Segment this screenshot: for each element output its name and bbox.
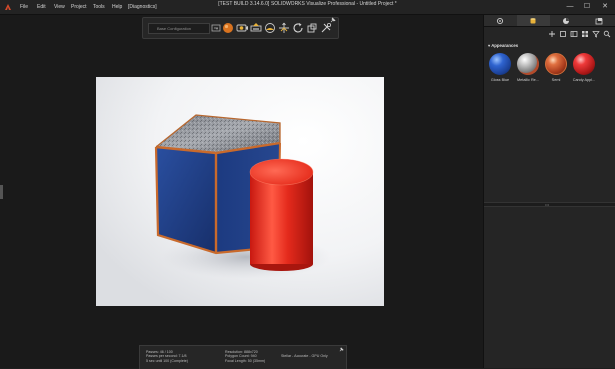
search-icon[interactable] xyxy=(603,30,611,38)
palette-toolbar xyxy=(484,29,615,39)
drag-handle-icon: ••• xyxy=(545,202,550,207)
appearance-icon[interactable] xyxy=(263,21,277,35)
minimize-button[interactable]: — xyxy=(565,2,575,12)
palette-tabs xyxy=(484,15,615,27)
configuration-select[interactable]: Base Configuration ▾ xyxy=(148,23,218,34)
swatch-label: Candy Appl... xyxy=(572,78,596,82)
main-toolbar: Base Configuration ▾ xyxy=(142,17,339,39)
menu-file[interactable]: File xyxy=(20,3,28,11)
menu-view[interactable]: View xyxy=(54,3,65,11)
swatch-label: Gloss Blue xyxy=(490,78,510,82)
window-title: [TEST BUILD 3.14.6.0] SOLIDWORKS Visuali… xyxy=(200,0,415,8)
menu-project[interactable]: Project xyxy=(71,3,87,11)
add-icon[interactable] xyxy=(548,30,556,38)
library-icon[interactable] xyxy=(559,30,567,38)
gear-icon xyxy=(496,17,504,25)
menu-help[interactable]: Help xyxy=(112,3,122,11)
filter-icon[interactable] xyxy=(592,30,600,38)
swatch-label: Semi xyxy=(551,78,561,82)
swatch-thumbnail xyxy=(517,53,539,75)
models-tab[interactable] xyxy=(517,15,550,26)
status-render-mode: Stellar - Accurate - GPU Only xyxy=(281,354,328,358)
left-panel-handle[interactable] xyxy=(0,185,3,199)
environment-icon[interactable] xyxy=(249,21,263,35)
select-tool-icon[interactable] xyxy=(277,21,291,35)
pin-icon[interactable] xyxy=(339,347,344,352)
close-button[interactable]: ✕ xyxy=(600,2,610,12)
palette-panel: ▾ Appearances Gloss Blue Metallic Re... … xyxy=(483,15,615,368)
title-bar: File Edit View Project Tools Help [Diagn… xyxy=(0,0,615,15)
menu-diagnostics[interactable]: [Diagnostics] xyxy=(128,3,157,11)
appearance-swatch-gloss-blue[interactable]: Gloss Blue xyxy=(487,53,513,82)
appearances-section-label: Appearances xyxy=(491,43,519,48)
scenes-tab[interactable] xyxy=(583,15,615,26)
swatch-thumbnail xyxy=(573,53,595,75)
swatch-thumbnail xyxy=(489,53,511,75)
settings-tab[interactable] xyxy=(484,15,517,26)
appearances-tab[interactable] xyxy=(550,15,583,26)
appearance-swatch-candy-apple[interactable]: Candy Appl... xyxy=(571,53,597,82)
swatch-thumbnail xyxy=(545,53,567,75)
status-time: 5 sec until 100 (Complete) xyxy=(146,358,188,363)
list-view-icon[interactable] xyxy=(570,30,578,38)
title-text: SOLIDWORKS Visualize Professional - Unti… xyxy=(270,1,397,7)
render-canvas[interactable] xyxy=(96,77,384,306)
cylinder-icon xyxy=(530,18,536,24)
camera-icon[interactable] xyxy=(235,21,249,35)
appearances-section-header[interactable]: ▾ Appearances xyxy=(488,43,518,49)
solidworks-logo-icon[interactable] xyxy=(4,3,12,11)
cylinder-model[interactable] xyxy=(249,158,314,271)
render-mode-icon[interactable] xyxy=(221,21,235,35)
pin-icon[interactable] xyxy=(330,17,336,23)
appearance-ball-icon xyxy=(563,18,569,24)
appearance-swatch-semi[interactable]: Semi xyxy=(543,53,569,82)
thumbnail-view-icon[interactable] xyxy=(581,30,589,38)
status-focal-length: Focal Length: 50 (35mm) xyxy=(225,358,266,363)
maximize-button[interactable]: ☐ xyxy=(582,2,592,12)
title-build-tag: [TEST BUILD 3.14.6.0] xyxy=(218,1,270,7)
configuration-select-value: Base Configuration xyxy=(157,26,192,31)
menu-tools[interactable]: Tools xyxy=(93,3,105,11)
appearance-swatch-metallic-red[interactable]: Metallic Re... xyxy=(515,53,541,82)
render-status-panel: Passes: 46 / 100 Passes per second: 7.1/… xyxy=(139,345,347,369)
menu-edit[interactable]: Edit xyxy=(37,3,46,11)
scene-icon xyxy=(595,18,603,25)
scale-tool-icon[interactable] xyxy=(305,21,319,35)
rotate-tool-icon[interactable] xyxy=(291,21,305,35)
tools-icon[interactable] xyxy=(319,21,333,35)
panel-splitter[interactable]: ••• xyxy=(484,202,615,207)
swatch-label: Metallic Re... xyxy=(517,78,539,82)
